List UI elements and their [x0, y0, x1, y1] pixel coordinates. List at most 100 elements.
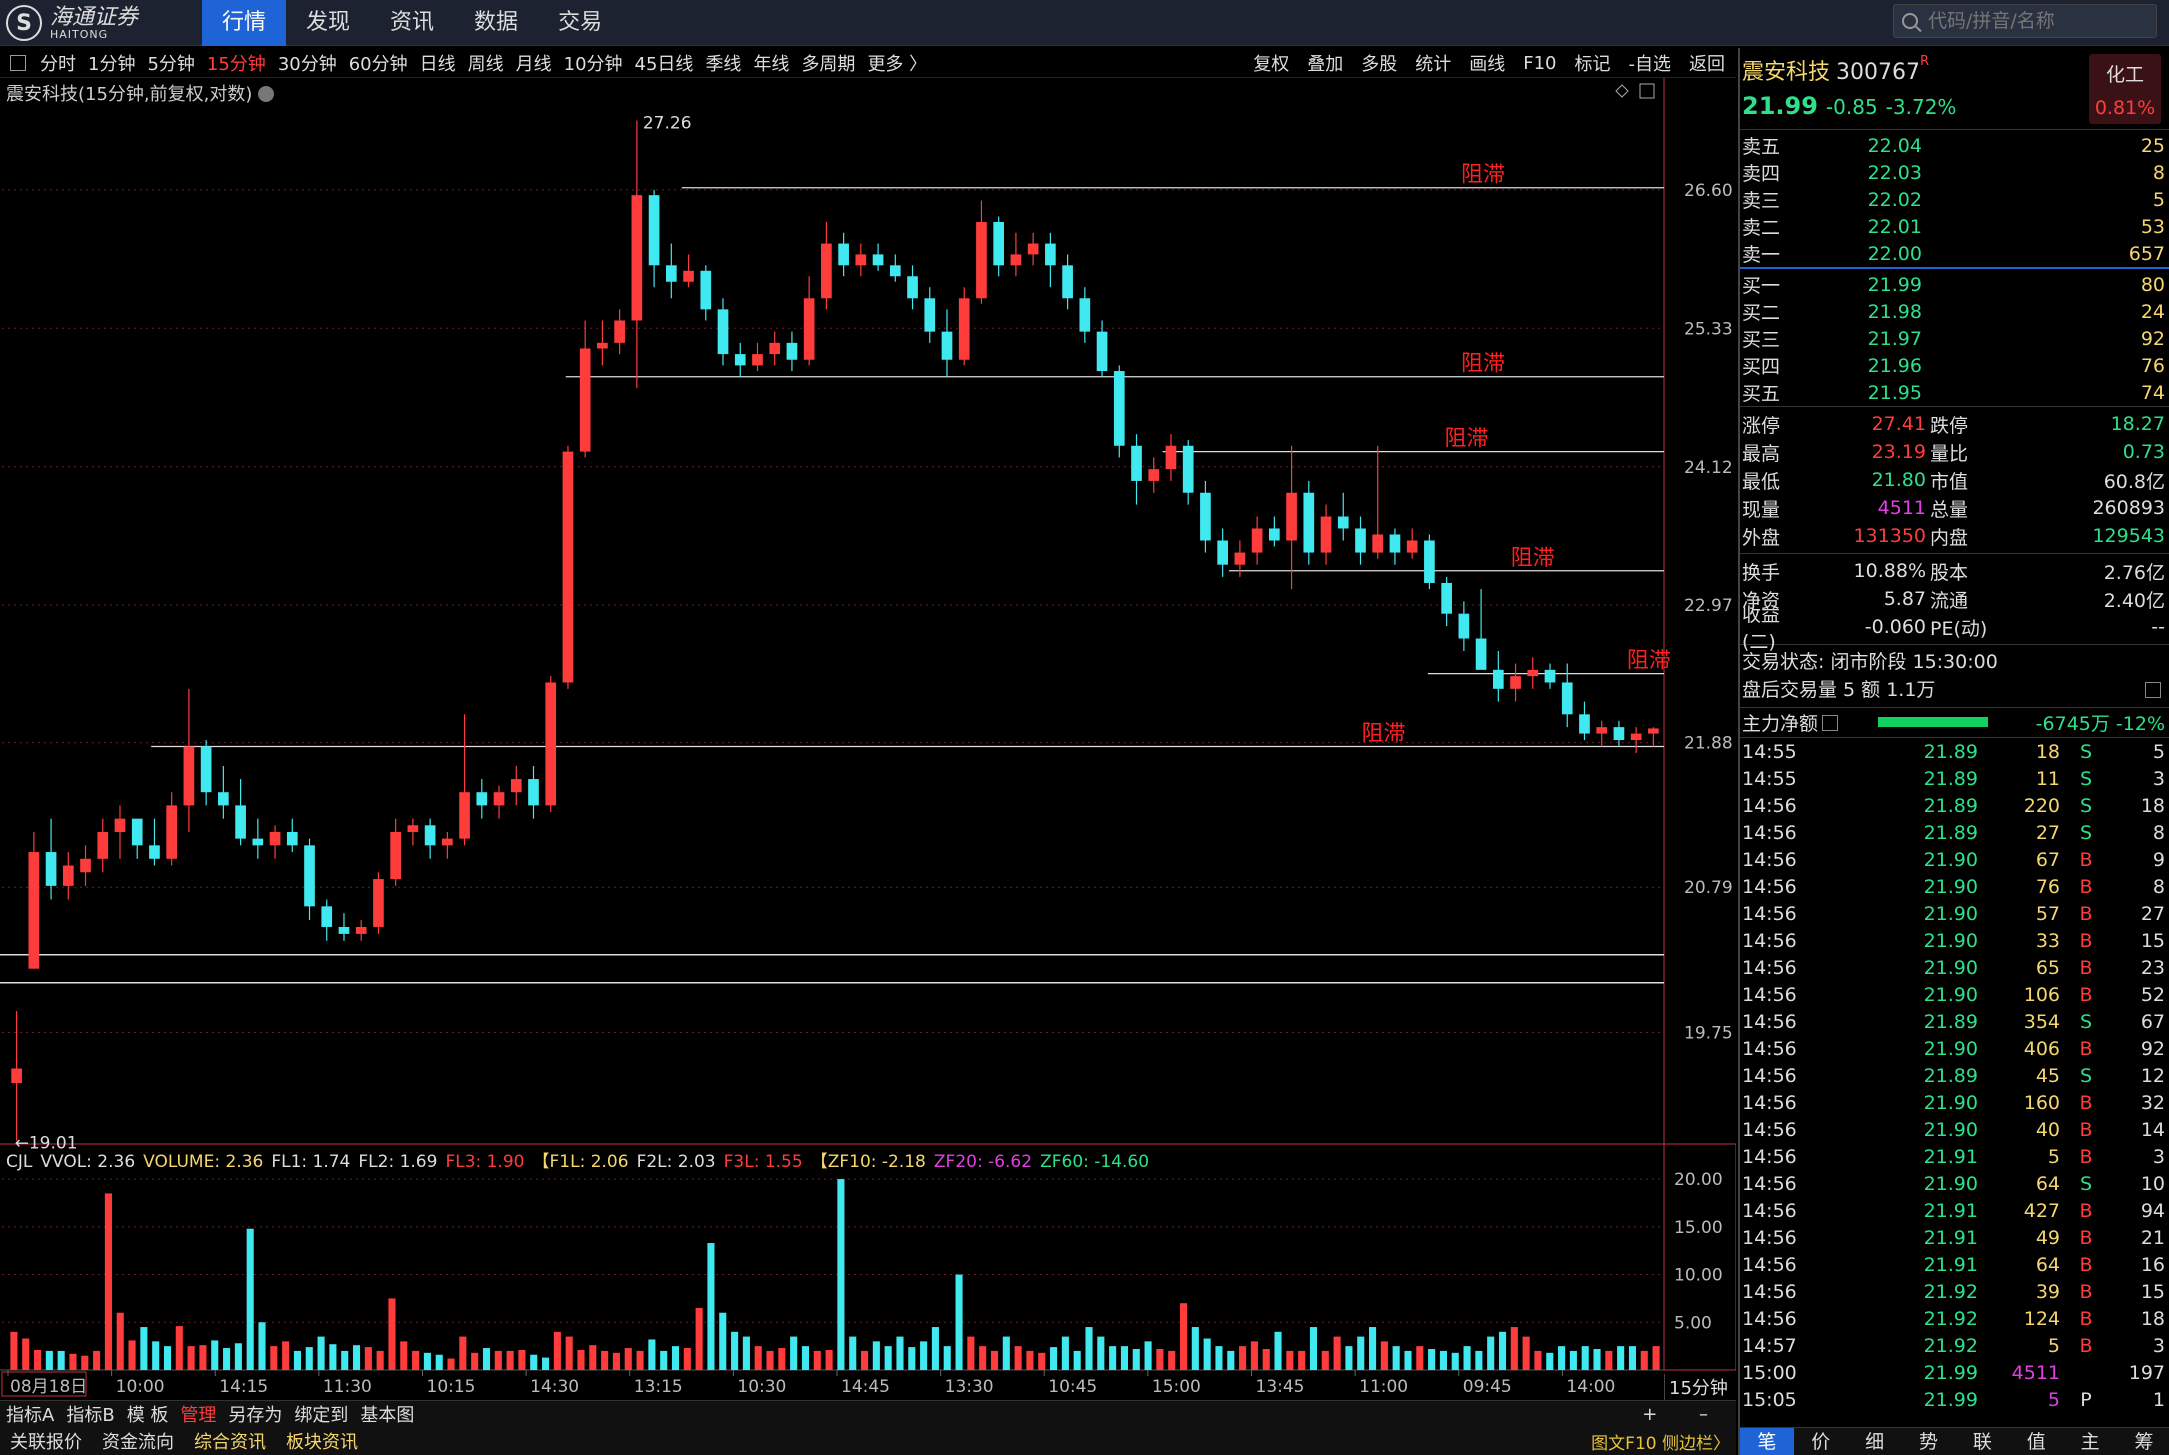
indicator-bar-button[interactable]: 另存为 [222, 1401, 288, 1427]
tool-button[interactable]: 多股 [1352, 50, 1406, 76]
candle-body [752, 354, 763, 366]
candle-body [597, 342, 608, 349]
book-row[interactable]: 买一 21.99 80 [1740, 271, 2169, 298]
period-tabs: 分时 1分钟 5分钟 15分钟 30分钟 60分钟 日线 周线 月线 10分钟 45日线 季线 年线 多周… [34, 50, 933, 76]
tick-list[interactable]: 14:55 21.89 18 S 5 14:55 21.89 11 S 3 14:56 21.89 22… [1740, 738, 2169, 1413]
x-tick-label: 08月18日 [10, 1377, 87, 1397]
indicator-bar-button[interactable]: 管理 [174, 1401, 222, 1427]
info-bar-tab[interactable]: 资金流向 [92, 1428, 184, 1454]
tool-button[interactable]: 标记 [1566, 50, 1620, 76]
tool-button[interactable]: 叠加 [1298, 50, 1352, 76]
period-tab[interactable]: 季线 [699, 50, 747, 76]
tick-count: 92 [2140, 1037, 2165, 1060]
tick-row: 14:56 21.90 406 B 92 [1740, 1035, 2169, 1062]
tick-price: 21.89 [1923, 1064, 1978, 1087]
book-row[interactable]: 卖二 22.01 53 [1740, 213, 2169, 240]
period-tab[interactable]: 30分钟 [272, 50, 343, 76]
list-icon[interactable] [1822, 714, 1839, 731]
book-row[interactable]: 买五 21.95 74 [1740, 379, 2169, 406]
candle-body [476, 792, 488, 806]
search-input[interactable] [1928, 10, 2138, 32]
candle-body [1596, 727, 1608, 734]
zoom-controls[interactable]: + – [1642, 1404, 1726, 1425]
info-bar-tab[interactable]: 板块资讯 [276, 1428, 368, 1454]
tool-button[interactable]: F10 [1514, 53, 1565, 74]
right-tab[interactable]: 主 [2063, 1428, 2117, 1455]
layout-toggle-icon[interactable] [10, 54, 26, 71]
period-tab[interactable]: 多周期 [795, 50, 861, 76]
right-tab[interactable]: 笔 [1740, 1428, 1794, 1455]
tool-button[interactable]: 返回 [1680, 50, 1734, 76]
quote-header: 震安科技 300767R 21.99 -0.85 -3.72% 化工 0.81% [1740, 48, 2169, 130]
tool-button[interactable]: 统计 [1406, 50, 1460, 76]
period-tab[interactable]: 分时 [34, 50, 82, 76]
period-tab[interactable]: 5分钟 [141, 50, 200, 76]
expand-icon[interactable] [2145, 682, 2161, 698]
period-tab[interactable]: 年线 [747, 50, 795, 76]
diamond-icon [1615, 84, 1629, 98]
period-tab[interactable]: 1分钟 [82, 50, 141, 76]
right-tab[interactable]: 价 [1794, 1428, 1848, 1455]
indicator-bar-button[interactable]: 指标B [60, 1401, 120, 1427]
book-row[interactable]: 卖一 22.00 657 [1740, 240, 2169, 267]
period-tab[interactable]: 日线 [414, 50, 462, 76]
indicator-bar-button[interactable]: 绑定到 [288, 1401, 354, 1427]
x-tick-label: 14:45 [841, 1377, 890, 1397]
indicator-name[interactable]: CJL [6, 1152, 32, 1172]
period-tab[interactable]: 更多 〉 [861, 50, 933, 76]
period-tab[interactable]: 10分钟 [558, 50, 629, 76]
candle-body [1337, 516, 1349, 529]
period-tab[interactable]: 周线 [462, 50, 510, 76]
sidebar-toggle[interactable]: 图文F10 侧边栏〉 [1591, 1429, 1730, 1454]
right-tab[interactable]: 筹 [2117, 1428, 2169, 1455]
tick-row: 14:56 21.90 160 B 32 [1740, 1089, 2169, 1116]
candle-body [769, 342, 781, 355]
industry-badge[interactable]: 化工 0.81% [2089, 54, 2161, 124]
indicator-bar-button[interactable]: 基本图 [354, 1401, 420, 1427]
right-tab[interactable]: 细 [1848, 1428, 1902, 1455]
kline-chart[interactable]: 26.6025.3324.1222.9721.8820.7919.75阻滞阻滞阻… [0, 78, 1736, 1400]
tool-button[interactable]: 复权 [1244, 50, 1298, 76]
volume-bar [128, 1340, 136, 1370]
tool-button[interactable]: 画线 [1460, 50, 1514, 76]
book-row[interactable]: 买三 21.97 92 [1740, 325, 2169, 352]
indicator-bar-button[interactable]: 模 板 [121, 1401, 175, 1427]
book-qty: 24 [2140, 300, 2165, 323]
period-tab[interactable]: 15分钟 [201, 50, 272, 76]
volume-bar [1002, 1336, 1010, 1370]
candle-body [1544, 669, 1556, 683]
right-tab[interactable]: 联 [1956, 1428, 2010, 1455]
period-tab[interactable]: 月线 [510, 50, 558, 76]
nav-item[interactable]: 数据 [454, 0, 538, 46]
fundamental-stats: 换手 10.88% 股本 2.76亿 净资 5.87 流通 2.40亿 收益(二) -0.060 P… [1740, 554, 2169, 653]
tick-count: 3 [2152, 1334, 2165, 1357]
book-qty: 74 [2140, 381, 2165, 404]
right-tab[interactable]: 值 [2009, 1428, 2063, 1455]
nav-item[interactable]: 行情 [202, 0, 287, 46]
candle-body [459, 792, 470, 839]
tool-button[interactable]: -自选 [1620, 50, 1681, 76]
volume-bar [1522, 1336, 1530, 1370]
tick-side: B [2079, 848, 2093, 871]
nav-item[interactable]: 发现 [286, 0, 370, 46]
indicator-bar-button[interactable]: 指标A [0, 1401, 60, 1427]
right-tab[interactable]: 势 [1902, 1428, 1956, 1455]
nav-item[interactable]: 交易 [538, 0, 622, 46]
search-box[interactable] [1893, 4, 2157, 38]
tick-price: 21.90 [1923, 929, 1978, 952]
tick-volume: 45 [2035, 1064, 2060, 1087]
info-bar-tab[interactable]: 综合资讯 [184, 1428, 276, 1454]
book-row[interactable]: 卖三 22.02 5 [1740, 186, 2169, 213]
book-row[interactable]: 卖四 22.03 8 [1740, 159, 2169, 186]
book-row[interactable]: 买四 21.96 76 [1740, 352, 2169, 379]
period-tab[interactable]: 45日线 [629, 50, 700, 76]
book-qty: 76 [2140, 354, 2165, 377]
indicator-value: FL2: 1.69 [358, 1152, 438, 1172]
info-bar-tab[interactable]: 关联报价 [0, 1428, 92, 1454]
nav-item[interactable]: 资讯 [370, 0, 454, 46]
tick-row: 14:56 21.89 354 S 67 [1740, 1008, 2169, 1035]
tick-time: 14:56 [1742, 1226, 1797, 1249]
book-row[interactable]: 买二 21.98 24 [1740, 298, 2169, 325]
book-row[interactable]: 卖五 22.04 25 [1740, 132, 2169, 159]
period-tab[interactable]: 60分钟 [343, 50, 414, 76]
